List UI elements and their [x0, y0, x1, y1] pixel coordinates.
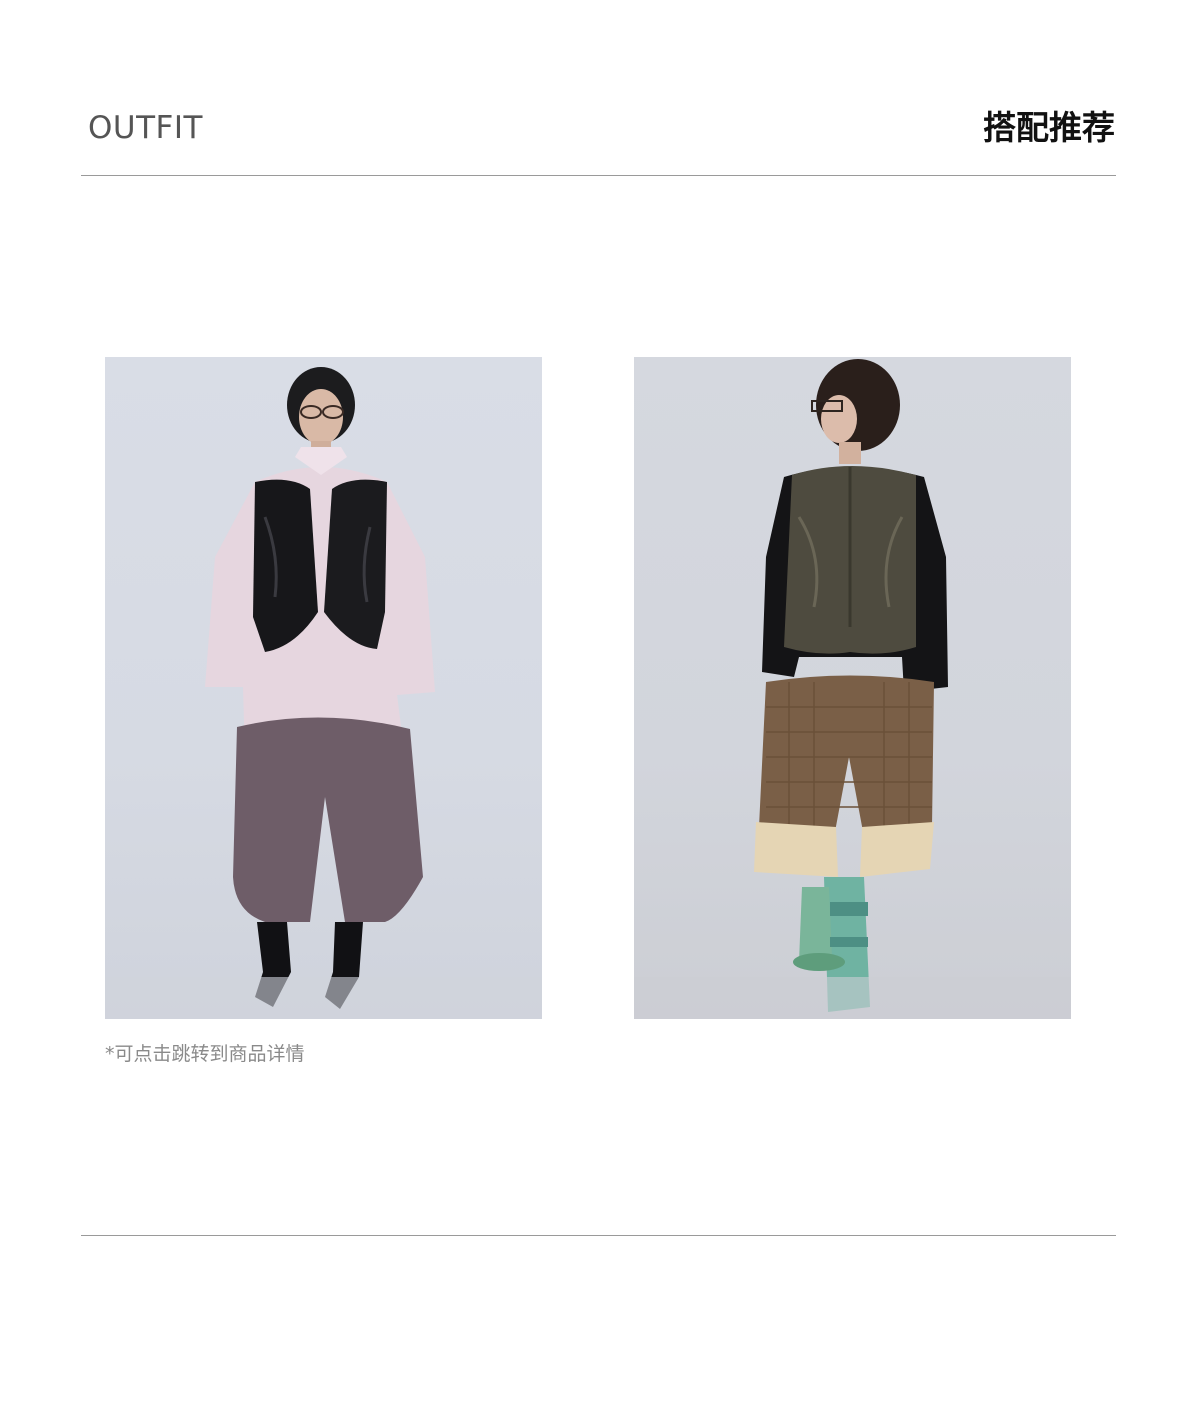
model-photo-icon — [634, 359, 1071, 1019]
model-photo-icon — [105, 367, 542, 1019]
section-title-en: OUTFIT — [88, 110, 203, 146]
bottom-divider — [81, 1235, 1116, 1236]
click-to-detail-note: *可点击跳转到商品详情 — [105, 1043, 305, 1065]
outfit-photo-2[interactable] — [634, 357, 1071, 1019]
section-title-cn: 搭配推荐 — [983, 108, 1115, 147]
top-divider — [81, 175, 1116, 176]
outfit-photo-1[interactable] — [105, 357, 542, 1019]
